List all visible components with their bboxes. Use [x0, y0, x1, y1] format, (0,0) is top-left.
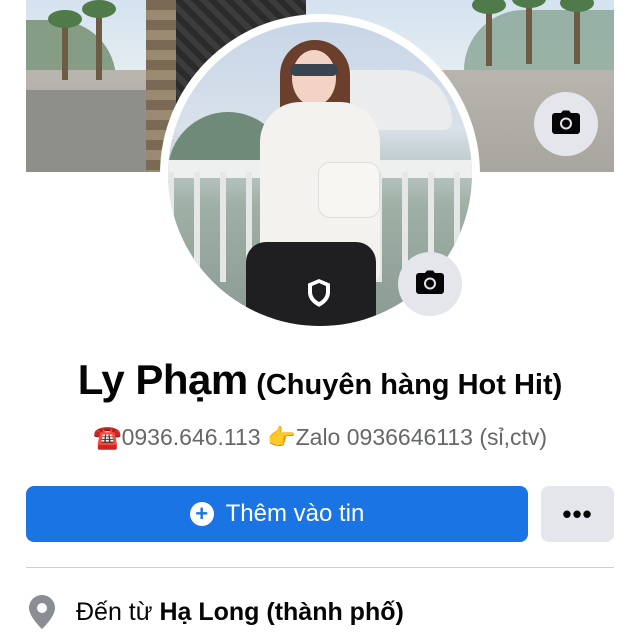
- edit-cover-photo-button[interactable]: [534, 92, 598, 156]
- more-options-button[interactable]: •••: [541, 486, 614, 542]
- hometown-place[interactable]: Hạ Long (thành phố): [159, 598, 403, 626]
- cover-palm: [512, 0, 546, 64]
- section-divider: [26, 567, 614, 568]
- cover-palm: [472, 0, 506, 66]
- profile-name: Ly Phạm: [77, 356, 249, 403]
- camera-icon: [416, 270, 444, 299]
- cover-palm: [48, 10, 82, 80]
- camera-icon: [552, 110, 580, 139]
- add-to-story-label: Thêm vào tin: [225, 500, 365, 527]
- hometown-text: Đến từ Hạ Long (thành phố): [76, 598, 404, 627]
- cover-road: [26, 90, 166, 172]
- cover-palm: [560, 0, 594, 64]
- profile-bio: ☎️0936.646.113 👉Zalo 0936646113 (sỉ,ctv): [92, 424, 548, 450]
- photo-bag: [318, 162, 380, 218]
- shield-icon: [304, 276, 334, 310]
- hometown-detail: Đến từ Hạ Long (thành phố): [26, 590, 404, 634]
- photo-face: [292, 50, 336, 106]
- plus-circle-icon: +: [189, 502, 214, 526]
- profile-name-row: Ly Phạm (Chuyên hàng Hot Hit): [0, 356, 640, 404]
- edit-profile-photo-button[interactable]: [398, 252, 462, 316]
- profile-page: Ly Phạm (Chuyên hàng Hot Hit) ☎️0936.646…: [0, 0, 640, 640]
- profile-name-suffix: (Chuyên hàng Hot Hit): [256, 369, 563, 401]
- photo-sunglasses: [290, 64, 338, 76]
- hometown-prefix: Đến từ: [76, 597, 160, 626]
- cover-palm: [82, 0, 116, 80]
- add-to-story-button[interactable]: + Thêm vào tin: [26, 486, 528, 542]
- more-horizontal-icon: •••: [562, 498, 593, 529]
- location-pin-icon: [26, 594, 58, 630]
